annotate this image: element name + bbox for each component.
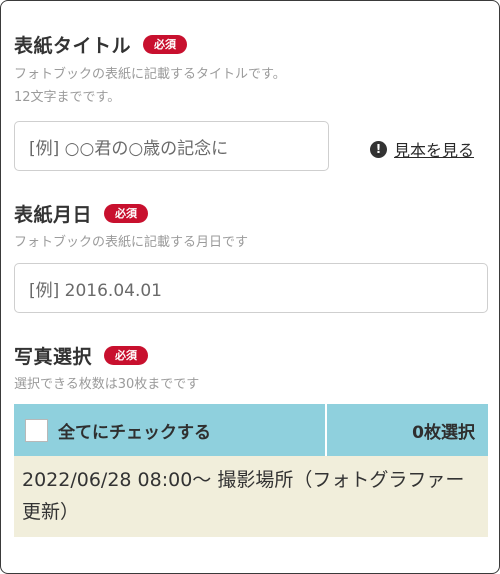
cover-date-help: フォトブックの表紙に記載する月日です	[14, 235, 249, 250]
cover-title-input[interactable]: [例] ○○君の○歳の記念に	[14, 121, 329, 171]
cover-title-placeholder: [例] ○○君の○歳の記念に	[29, 138, 229, 159]
check-all-label[interactable]: 全てにチェックする	[58, 418, 211, 443]
sample-link[interactable]: ! 見本を見る	[370, 137, 474, 161]
required-badge: 必須	[143, 35, 188, 54]
required-badge: 必須	[104, 204, 149, 223]
cover-title-label: 表紙タイトル	[14, 35, 132, 57]
required-badge: 必須	[104, 346, 149, 365]
photo-select-help: 選択できる枚数は30枚までです	[14, 377, 200, 392]
cover-date-placeholder: [例] 2016.04.01	[29, 280, 163, 301]
cover-title-label-row: 表紙タイトル 必須	[14, 31, 188, 58]
photo-group-row[interactable]: 2022/06/28 08:00〜 撮影場所（フォトグラファー更新）	[14, 456, 488, 537]
photo-table-header: 全てにチェックする 0枚選択	[14, 404, 488, 456]
cover-date-input[interactable]: [例] 2016.04.01	[14, 263, 488, 313]
selected-count: 0枚選択	[412, 422, 475, 443]
form-panel: 表紙タイトル 必須 フォトブックの表紙に記載するタイトルです。 12文字までです…	[0, 0, 500, 574]
check-all-cell[interactable]: 全てにチェックする	[14, 404, 327, 456]
cover-title-help-line2: 12文字までです。	[14, 90, 121, 105]
cover-title-help: フォトブックの表紙に記載するタイトルです。 12文字までです。	[14, 63, 286, 109]
cover-title-help-line1: フォトブックの表紙に記載するタイトルです。	[14, 67, 286, 82]
sample-link-label[interactable]: 見本を見る	[394, 137, 474, 161]
cover-date-label: 表紙月日	[14, 204, 93, 226]
photo-select-label-row: 写真選択 必須	[14, 342, 149, 369]
exclamation-icon: !	[370, 140, 387, 158]
photo-select-label: 写真選択	[14, 346, 93, 368]
check-all-checkbox[interactable]	[25, 418, 48, 442]
cover-date-label-row: 表紙月日 必須	[14, 200, 149, 227]
